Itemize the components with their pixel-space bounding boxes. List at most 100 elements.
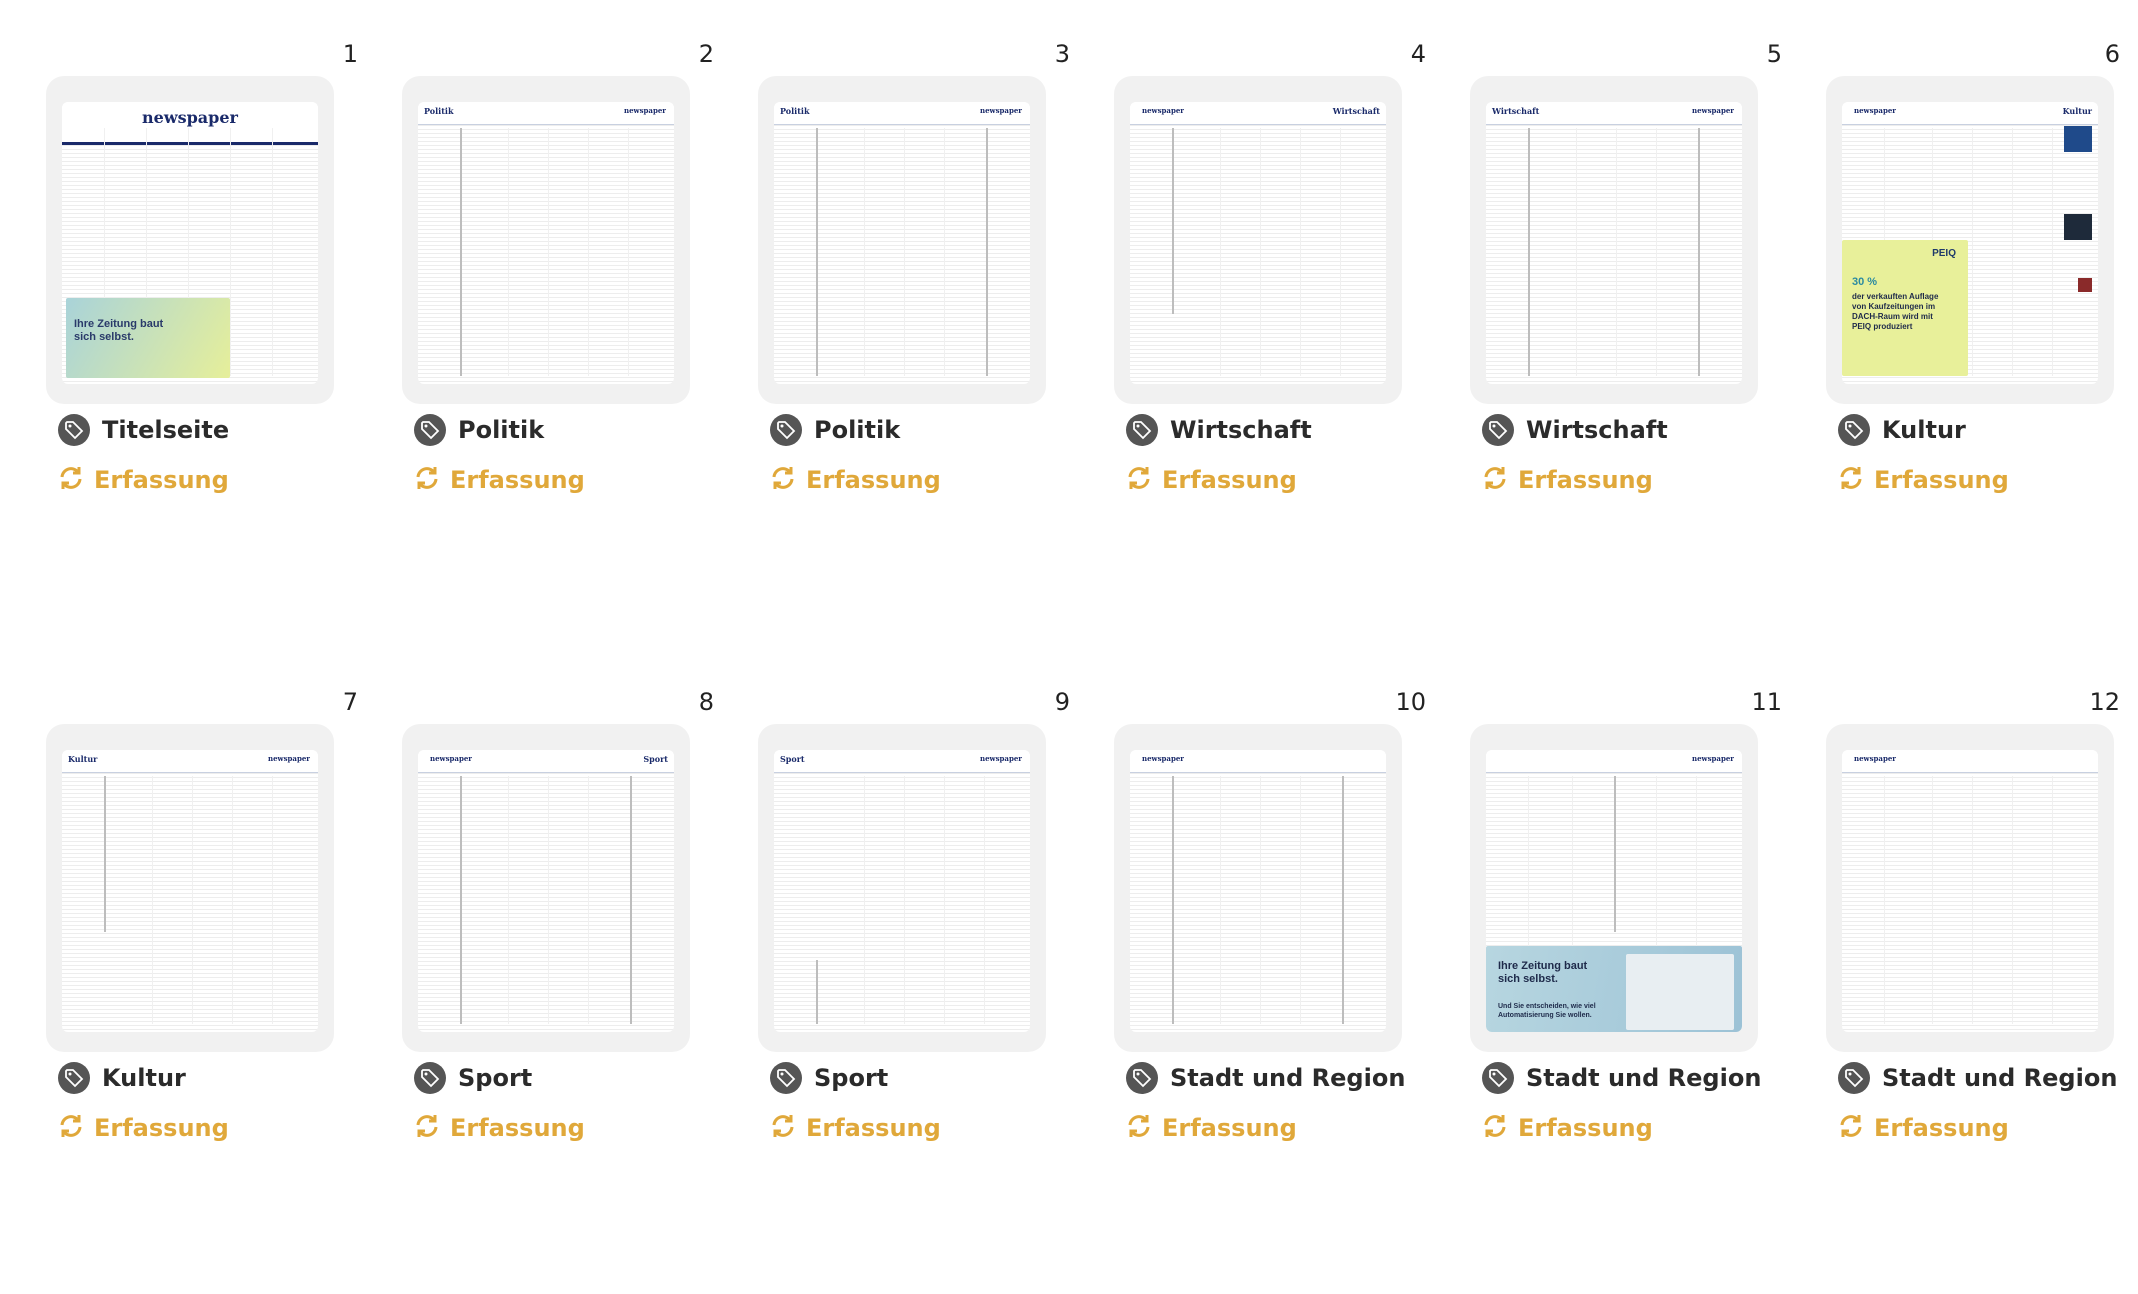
section-tag[interactable]: Stadt und Region bbox=[1838, 1060, 2117, 1096]
section-label: Sport bbox=[814, 1064, 889, 1092]
status-label: Erfassung bbox=[1162, 1114, 1297, 1142]
page-number: 10 bbox=[1395, 688, 1426, 716]
page-card[interactable]: 12 newspaper Stadt und Region Erfassung bbox=[1826, 670, 2120, 1290]
page-thumbnail[interactable]: Politik newspaper bbox=[758, 76, 1046, 404]
page-card[interactable]: 6 Kultur newspaper PEIQ 30 % der verkauft… bbox=[1826, 22, 2120, 642]
page-preview: Wirtschaft newspaper bbox=[1486, 102, 1742, 384]
page-card[interactable]: 2 Politik newspaper Politik Erfassung bbox=[402, 22, 722, 642]
page-card[interactable]: 9 Sport newspaper Sport Erfassung bbox=[758, 670, 1078, 1290]
section-label: Stadt und Region bbox=[1526, 1064, 1762, 1092]
page-thumbnail[interactable]: newspaper bbox=[1114, 724, 1402, 1052]
page-card[interactable]: 11 newspaper Ihre Zeitung baut sich selb… bbox=[1470, 670, 1790, 1290]
masthead: newspaper bbox=[62, 102, 318, 145]
page-number: 11 bbox=[1751, 688, 1782, 716]
section-tag[interactable]: Wirtschaft bbox=[1482, 412, 1668, 448]
page-number: 4 bbox=[1410, 40, 1426, 68]
section-tag[interactable]: Stadt und Region bbox=[1126, 1060, 1405, 1096]
status-label: Erfassung bbox=[450, 1114, 585, 1142]
section-tag[interactable]: Sport bbox=[414, 1060, 532, 1096]
section-tag[interactable]: Kultur bbox=[1838, 412, 1966, 448]
newspaper-logo: newspaper bbox=[1854, 754, 1896, 763]
newspaper-logo: newspaper bbox=[1854, 106, 1896, 115]
status-label: Erfassung bbox=[806, 1114, 941, 1142]
workflow-status[interactable]: Erfassung bbox=[1482, 464, 1653, 496]
newspaper-logo: newspaper bbox=[1142, 754, 1184, 763]
workflow-status[interactable]: Erfassung bbox=[414, 464, 585, 496]
page-grid: 1 newspaper Ihre Zeitung baut sich selbs… bbox=[0, 0, 2138, 1294]
section-header: Politik bbox=[780, 106, 810, 116]
page-thumbnail[interactable]: Sport newspaper bbox=[402, 724, 690, 1052]
page-card[interactable]: 8 Sport newspaper Sport Erfassung bbox=[402, 670, 722, 1290]
page-preview: newspaper Ihre Zeitung baut sich selbst.… bbox=[1486, 750, 1742, 1032]
page-thumbnail[interactable]: Wirtschaft newspaper bbox=[1114, 76, 1402, 404]
section-tag[interactable]: Wirtschaft bbox=[1126, 412, 1312, 448]
workflow-status[interactable]: Erfassung bbox=[58, 464, 229, 496]
sync-icon bbox=[58, 1113, 84, 1144]
page-preview: Politik newspaper bbox=[418, 102, 674, 384]
page-card[interactable]: 5 Wirtschaft newspaper Wirtschaft Erfassu… bbox=[1470, 22, 1790, 642]
workflow-status[interactable]: Erfassung bbox=[414, 1112, 585, 1144]
page-number: 1 bbox=[342, 40, 358, 68]
status-label: Erfassung bbox=[1874, 1114, 2009, 1142]
newspaper-logo: newspaper bbox=[980, 754, 1022, 763]
workflow-status[interactable]: Erfassung bbox=[770, 464, 941, 496]
page-thumbnail[interactable]: Politik newspaper bbox=[402, 76, 690, 404]
page-thumbnail[interactable]: newspaper bbox=[1826, 724, 2114, 1052]
page-preview: newspaper Ihre Zeitung baut sich selbst. bbox=[62, 102, 318, 384]
tag-icon bbox=[770, 414, 802, 446]
section-header: Sport bbox=[643, 754, 668, 764]
page-number: 2 bbox=[698, 40, 714, 68]
sync-icon bbox=[1482, 465, 1508, 496]
ad-text: der verkauften Auflage von Kaufzeitungen… bbox=[1852, 292, 1939, 331]
page-preview: Politik newspaper bbox=[774, 102, 1030, 384]
page-thumbnail[interactable]: Sport newspaper bbox=[758, 724, 1046, 1052]
status-label: Erfassung bbox=[450, 466, 585, 494]
page-preview: Kultur newspaper bbox=[62, 750, 318, 1032]
page-card[interactable]: 4 Wirtschaft newspaper Wirtschaft Erfassu… bbox=[1114, 22, 1434, 642]
workflow-status[interactable]: Erfassung bbox=[1838, 1112, 2009, 1144]
tag-icon bbox=[414, 1062, 446, 1094]
page-card[interactable]: 10 newspaper Stadt und Region Erfassung bbox=[1114, 670, 1434, 1290]
page-preview: Sport newspaper bbox=[418, 750, 674, 1032]
workflow-status[interactable]: Erfassung bbox=[1482, 1112, 1653, 1144]
status-label: Erfassung bbox=[806, 466, 941, 494]
page-thumbnail[interactable]: newspaper Ihre Zeitung baut sich selbst.… bbox=[1470, 724, 1758, 1052]
page-thumbnail[interactable]: newspaper Ihre Zeitung baut sich selbst. bbox=[46, 76, 334, 404]
section-tag[interactable]: Kultur bbox=[58, 1060, 186, 1096]
section-tag[interactable]: Stadt und Region bbox=[1482, 1060, 1761, 1096]
workflow-status[interactable]: Erfassung bbox=[1838, 464, 2009, 496]
page-card[interactable]: 7 Kultur newspaper Kultur Erfassung bbox=[46, 670, 366, 1290]
section-tag[interactable]: Titelseite bbox=[58, 412, 229, 448]
section-header: Wirtschaft bbox=[1332, 106, 1380, 116]
ad-headline: Ihre Zeitung baut sich selbst. bbox=[1498, 960, 1588, 985]
section-label: Stadt und Region bbox=[1882, 1064, 2118, 1092]
page-preview: Sport newspaper bbox=[774, 750, 1030, 1032]
page-card[interactable]: 3 Politik newspaper Politik Erfassung bbox=[758, 22, 1078, 642]
workflow-status[interactable]: Erfassung bbox=[1126, 1112, 1297, 1144]
page-card[interactable]: 1 newspaper Ihre Zeitung baut sich selbs… bbox=[46, 22, 366, 642]
sync-icon bbox=[1838, 465, 1864, 496]
page-number: 5 bbox=[1766, 40, 1782, 68]
section-label: Wirtschaft bbox=[1170, 416, 1312, 444]
sync-icon bbox=[1126, 465, 1152, 496]
section-label: Politik bbox=[814, 416, 901, 444]
page-thumbnail[interactable]: Kultur newspaper bbox=[46, 724, 334, 1052]
tag-icon bbox=[58, 1062, 90, 1094]
page-number: 9 bbox=[1054, 688, 1070, 716]
workflow-status[interactable]: Erfassung bbox=[1126, 464, 1297, 496]
section-tag[interactable]: Politik bbox=[414, 412, 544, 448]
page-thumbnail[interactable]: Wirtschaft newspaper bbox=[1470, 76, 1758, 404]
status-label: Erfassung bbox=[94, 1114, 229, 1142]
page-preview: newspaper bbox=[1842, 750, 2098, 1032]
status-label: Erfassung bbox=[1162, 466, 1297, 494]
workflow-status[interactable]: Erfassung bbox=[58, 1112, 229, 1144]
section-header: Politik bbox=[424, 106, 454, 116]
section-tag[interactable]: Sport bbox=[770, 1060, 888, 1096]
newspaper-logo: newspaper bbox=[1692, 754, 1734, 763]
ad-headline: Ihre Zeitung baut sich selbst. bbox=[74, 318, 164, 343]
workflow-status[interactable]: Erfassung bbox=[770, 1112, 941, 1144]
section-tag[interactable]: Politik bbox=[770, 412, 900, 448]
newspaper-logo: newspaper bbox=[980, 106, 1022, 115]
sync-icon bbox=[770, 1113, 796, 1144]
page-thumbnail[interactable]: Kultur newspaper PEIQ 30 % der verkauften… bbox=[1826, 76, 2114, 404]
